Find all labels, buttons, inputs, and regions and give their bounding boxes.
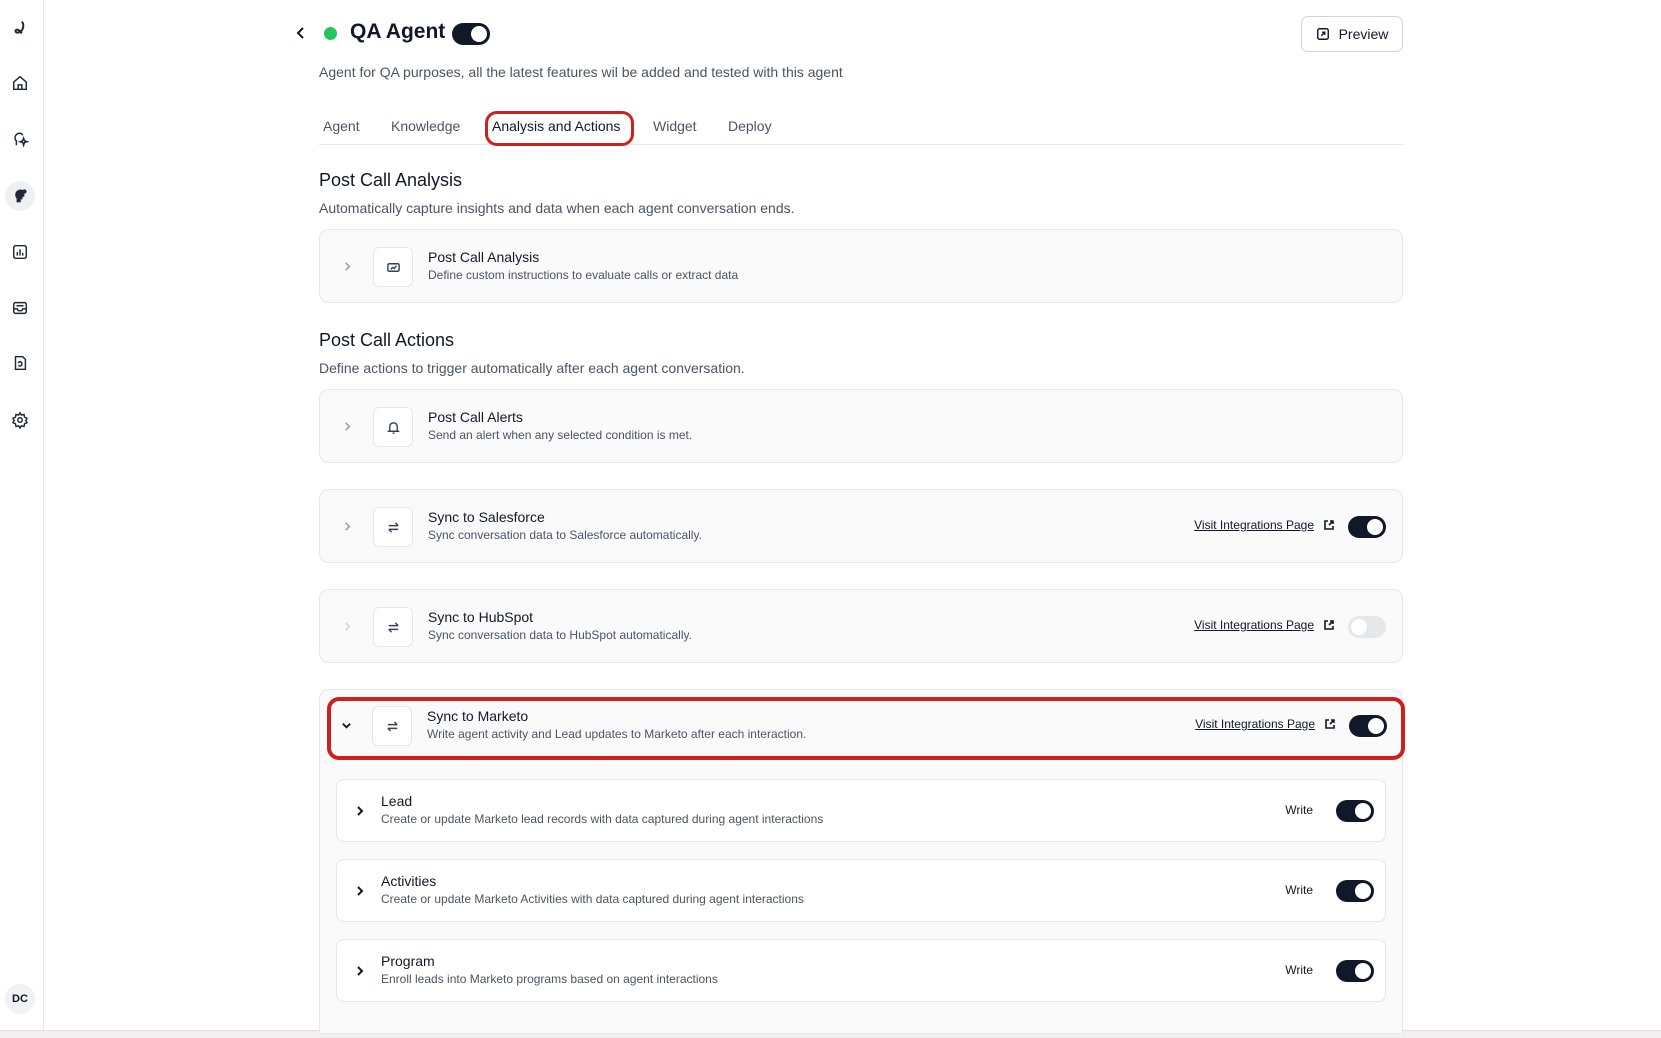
object-description: Create or update Marketo lead records wi… xyxy=(381,812,824,826)
tab-agent[interactable]: Agent xyxy=(323,118,360,134)
post-call-alerts-card[interactable]: Post Call Alerts Send an alert when any … xyxy=(319,389,1403,463)
expand-chevron-icon[interactable] xyxy=(352,803,368,819)
bell-icon xyxy=(373,407,413,447)
write-label: Write xyxy=(1285,883,1313,897)
expand-chevron-icon[interactable] xyxy=(339,518,355,534)
agent-status-dot xyxy=(324,27,337,40)
expand-chevron-icon[interactable] xyxy=(352,963,368,979)
card-title: Sync to Salesforce xyxy=(428,509,545,525)
tab-widget[interactable]: Widget xyxy=(653,118,697,134)
agent-description: Agent for QA purposes, all the latest fe… xyxy=(319,64,843,80)
link-label: Visit Integrations Page xyxy=(1194,618,1314,632)
link-label: Visit Integrations Page xyxy=(1194,518,1314,532)
write-label: Write xyxy=(1285,803,1313,817)
marketo-object-program[interactable]: Program Enroll leads into Marketo progra… xyxy=(336,939,1386,1002)
card-description: Sync conversation data to HubSpot automa… xyxy=(428,628,692,642)
expand-chevron-icon[interactable] xyxy=(339,418,355,434)
logo-icon[interactable] xyxy=(8,16,32,40)
visit-integrations-link[interactable]: Visit Integrations Page xyxy=(1194,518,1335,532)
expand-chevron-icon[interactable] xyxy=(352,883,368,899)
agents-icon[interactable] xyxy=(5,181,35,211)
card-title: Sync to HubSpot xyxy=(428,609,534,625)
external-preview-icon xyxy=(1316,28,1329,40)
agent-sparkle-icon[interactable] xyxy=(8,127,32,151)
post-call-analysis-subtitle: Automatically capture insights and data … xyxy=(319,200,795,216)
tab-highlight-annotation xyxy=(485,111,634,146)
expand-chevron-icon[interactable] xyxy=(339,258,355,274)
agent-enabled-toggle[interactable] xyxy=(452,23,490,45)
external-link-icon xyxy=(1324,520,1334,530)
preview-button[interactable]: Preview xyxy=(1301,16,1403,52)
post-call-analysis-heading: Post Call Analysis xyxy=(319,170,463,190)
object-description: Create or update Marketo Activities with… xyxy=(381,892,804,906)
sync-arrows-icon xyxy=(373,507,413,547)
analysis-icon xyxy=(373,247,413,287)
knowledge-icon[interactable] xyxy=(8,351,32,375)
analytics-icon[interactable] xyxy=(8,240,32,264)
tab-bar: Agent Knowledge Analysis and Actions Wid… xyxy=(319,112,1403,145)
inbox-icon[interactable] xyxy=(8,296,32,320)
visit-integrations-link[interactable]: Visit Integrations Page xyxy=(1194,618,1335,632)
sync-arrows-icon xyxy=(373,607,413,647)
tab-knowledge[interactable]: Knowledge xyxy=(391,118,460,134)
post-call-actions-subtitle: Define actions to trigger automatically … xyxy=(319,360,745,376)
user-avatar[interactable]: DC xyxy=(5,984,35,1014)
hubspot-sync-toggle[interactable] xyxy=(1348,616,1386,638)
object-description: Enroll leads into Marketo programs based… xyxy=(381,972,718,986)
card-title: Post Call Analysis xyxy=(428,249,540,265)
write-label: Write xyxy=(1285,963,1313,977)
lead-write-toggle[interactable] xyxy=(1336,800,1374,822)
card-title: Post Call Alerts xyxy=(428,409,523,425)
object-title: Activities xyxy=(381,873,437,889)
salesforce-sync-card[interactable]: Sync to Salesforce Sync conversation dat… xyxy=(319,489,1403,563)
program-write-toggle[interactable] xyxy=(1336,960,1374,982)
marketo-highlight-annotation xyxy=(327,697,1405,760)
settings-icon[interactable] xyxy=(8,408,32,432)
hubspot-sync-card[interactable]: Sync to HubSpot Sync conversation data t… xyxy=(319,589,1403,663)
object-title: Lead xyxy=(381,793,413,809)
external-link-icon xyxy=(1324,620,1334,630)
page-title: QA Agent xyxy=(350,20,446,43)
marketo-object-lead[interactable]: Lead Create or update Marketo lead recor… xyxy=(336,779,1386,842)
card-description: Sync conversation data to Salesforce aut… xyxy=(428,528,702,542)
post-call-analysis-card[interactable]: Post Call Analysis Define custom instruc… xyxy=(319,229,1403,303)
tab-deploy[interactable]: Deploy xyxy=(728,118,772,134)
home-icon[interactable] xyxy=(8,71,32,95)
preview-label: Preview xyxy=(1338,26,1389,42)
salesforce-sync-toggle[interactable] xyxy=(1348,516,1386,538)
post-call-actions-heading: Post Call Actions xyxy=(319,330,455,350)
card-description: Send an alert when any selected conditio… xyxy=(428,428,693,442)
object-title: Program xyxy=(381,953,435,969)
chevron-left-icon xyxy=(296,27,304,39)
expand-chevron-icon[interactable] xyxy=(339,618,355,634)
activities-write-toggle[interactable] xyxy=(1336,880,1374,902)
back-button[interactable] xyxy=(290,22,312,44)
sidebar: DC xyxy=(0,0,44,1030)
card-description: Define custom instructions to evaluate c… xyxy=(428,268,739,282)
marketo-object-activities[interactable]: Activities Create or update Marketo Acti… xyxy=(336,859,1386,922)
